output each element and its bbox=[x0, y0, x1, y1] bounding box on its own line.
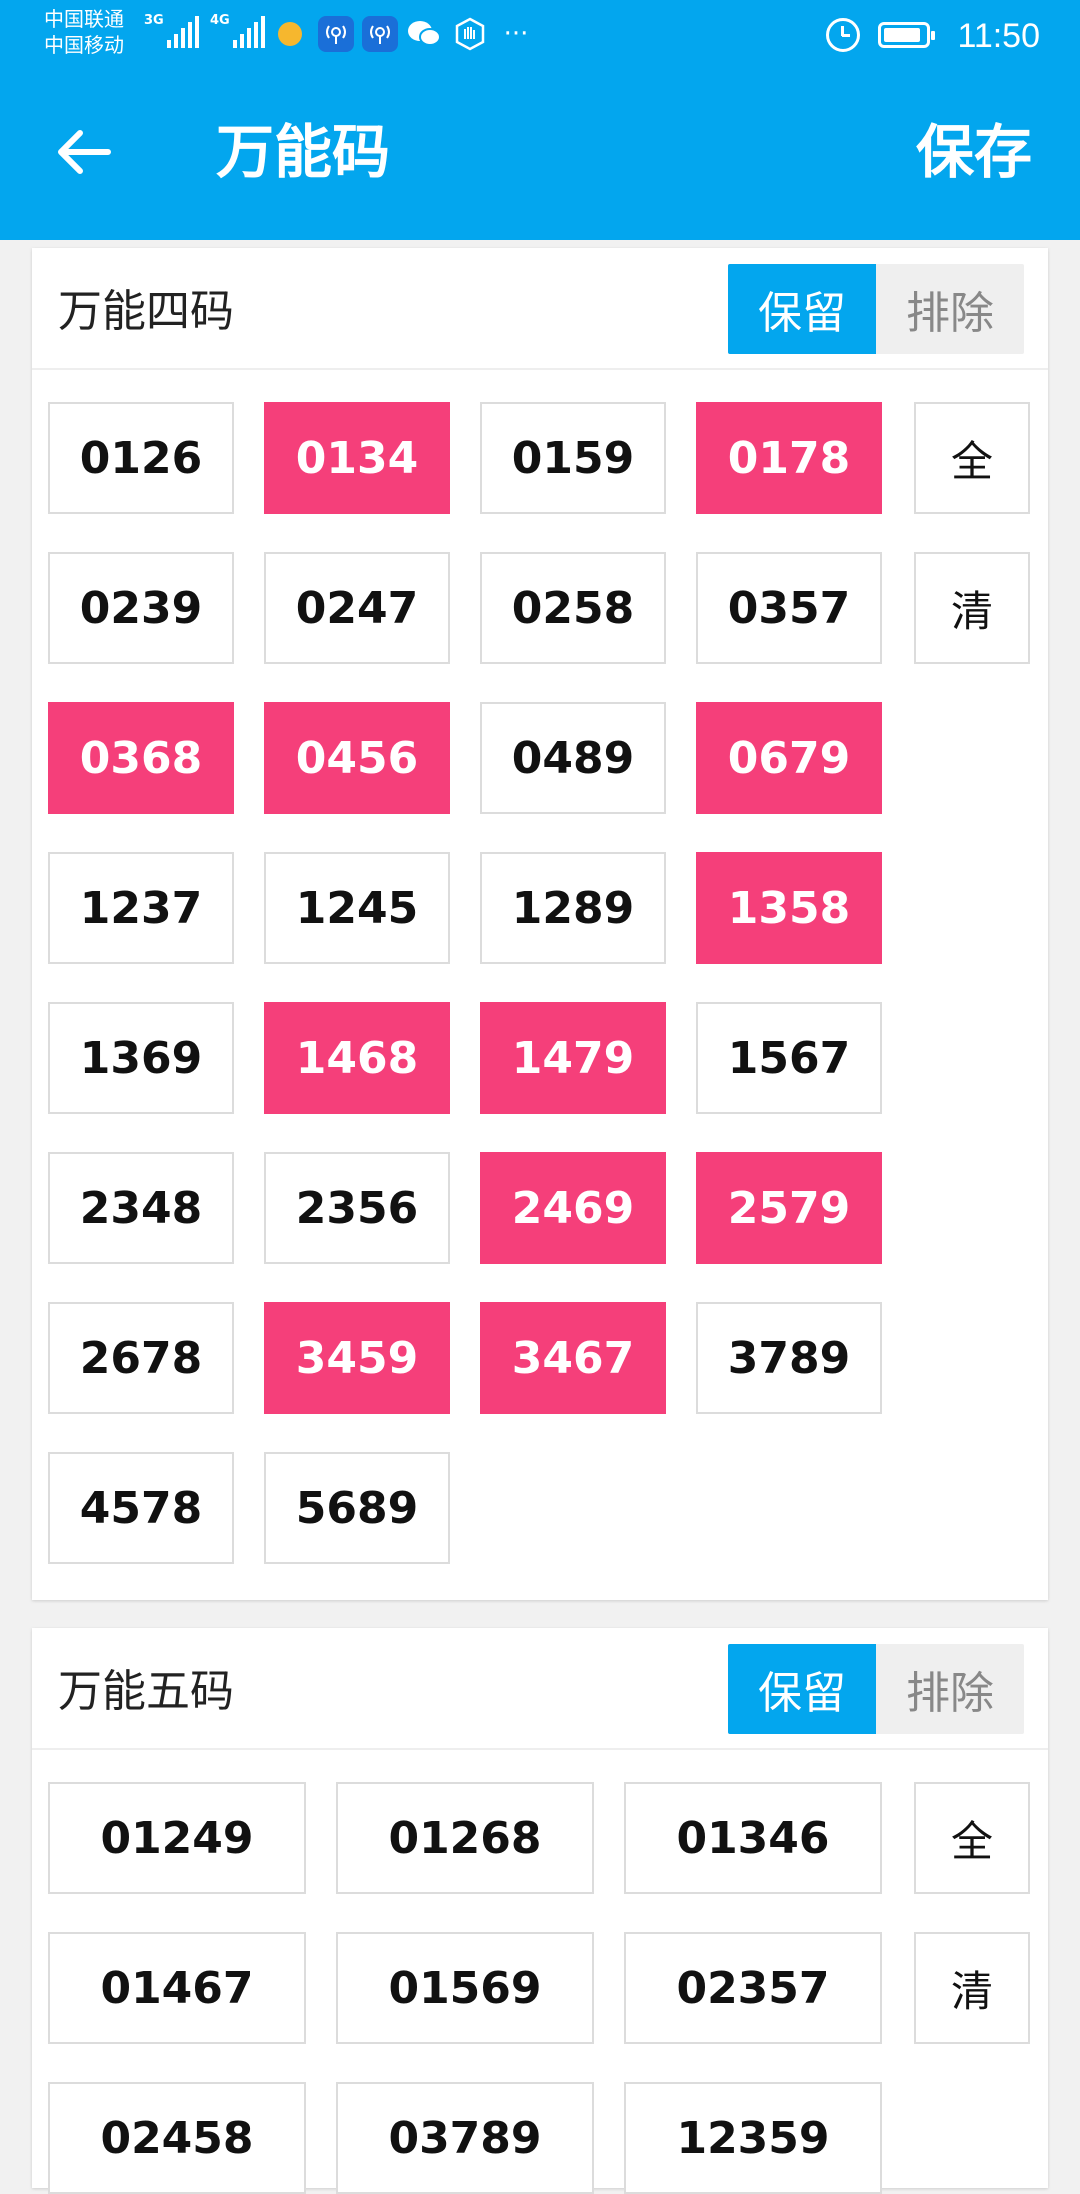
select-all-button[interactable]: 全 bbox=[914, 402, 1030, 514]
card-header: 万能五码 保留 排除 bbox=[32, 1628, 1048, 1750]
keep-button[interactable]: 保留 bbox=[728, 264, 876, 354]
code-chip[interactable]: 0159 bbox=[480, 402, 666, 514]
code-chip[interactable]: 01268 bbox=[336, 1782, 594, 1894]
status-bar: 中国联通 中国移动 3G 4G ··· 11:50 bbox=[0, 0, 1080, 72]
code-chip[interactable]: 0357 bbox=[696, 552, 882, 664]
code-chip[interactable]: 02458 bbox=[48, 2082, 306, 2194]
save-button[interactable]: 保存 bbox=[916, 116, 1032, 188]
code-chip[interactable]: 1289 bbox=[480, 852, 666, 964]
code-chip[interactable]: 1358 bbox=[696, 852, 882, 964]
signal-icon: 4G bbox=[210, 14, 268, 48]
code-chip[interactable]: 01249 bbox=[48, 1782, 306, 1894]
code-chip[interactable]: 1245 bbox=[264, 852, 450, 964]
code-chip[interactable]: 12359 bbox=[624, 2082, 882, 2194]
back-button[interactable] bbox=[44, 112, 124, 192]
code-chip[interactable]: 0134 bbox=[264, 402, 450, 514]
signal-icon: 3G bbox=[144, 14, 202, 48]
code-chip[interactable]: 0456 bbox=[264, 702, 450, 814]
carrier-labels: 中国联通 中国移动 bbox=[44, 6, 124, 58]
code-chip[interactable]: 1567 bbox=[696, 1002, 882, 1114]
code-chip[interactable]: 3789 bbox=[696, 1302, 882, 1414]
code-chip[interactable]: 0368 bbox=[48, 702, 234, 814]
code-chip[interactable]: 01346 bbox=[624, 1782, 882, 1894]
wechat-icon bbox=[406, 16, 442, 52]
hand-icon bbox=[452, 16, 488, 52]
exclude-button[interactable]: 排除 bbox=[876, 1644, 1024, 1734]
five-code-card: 万能五码 保留 排除 01249 01268 01346 01467 01569 0235… bbox=[32, 1628, 1048, 2194]
code-chip[interactable]: 01467 bbox=[48, 1932, 306, 2044]
code-chip[interactable]: 1479 bbox=[480, 1002, 666, 1114]
card-header: 万能四码 保留 排除 bbox=[32, 248, 1048, 370]
clear-button[interactable]: 清 bbox=[914, 1932, 1030, 2044]
code-chip[interactable]: 2356 bbox=[264, 1152, 450, 1264]
carrier-2: 中国移动 bbox=[44, 33, 124, 57]
code-chip[interactable]: 5689 bbox=[264, 1452, 450, 1564]
code-chip[interactable]: 2678 bbox=[48, 1302, 234, 1414]
select-all-button[interactable]: 全 bbox=[914, 1782, 1030, 1894]
weather-sun-icon bbox=[272, 16, 308, 52]
code-chip[interactable]: 1468 bbox=[264, 1002, 450, 1114]
code-chip[interactable]: 0126 bbox=[48, 402, 234, 514]
code-chip[interactable]: 03789 bbox=[336, 2082, 594, 2194]
code-chip[interactable]: 2579 bbox=[696, 1152, 882, 1264]
code-chip[interactable]: 2348 bbox=[48, 1152, 234, 1264]
clock: 11:50 bbox=[957, 17, 1040, 55]
app-notification-icon bbox=[318, 16, 354, 52]
code-chip[interactable]: 2469 bbox=[480, 1152, 666, 1264]
code-chip[interactable]: 1369 bbox=[48, 1002, 234, 1114]
exclude-button[interactable]: 排除 bbox=[876, 264, 1024, 354]
code-chip[interactable]: 0679 bbox=[696, 702, 882, 814]
code-chip[interactable]: 02357 bbox=[624, 1932, 882, 2044]
code-chip[interactable]: 4578 bbox=[48, 1452, 234, 1564]
code-chip[interactable]: 3459 bbox=[264, 1302, 450, 1414]
card-title: 万能四码 bbox=[58, 286, 234, 337]
battery-icon bbox=[878, 22, 935, 48]
code-chip[interactable]: 3467 bbox=[480, 1302, 666, 1414]
clear-button[interactable]: 清 bbox=[914, 552, 1030, 664]
carrier-1: 中国联通 bbox=[44, 7, 124, 31]
four-code-card: 万能四码 保留 排除 0126 0134 0159 0178 0239 0247 0258 0… bbox=[32, 248, 1048, 1600]
arrow-left-icon bbox=[58, 130, 111, 174]
network-type-1: 3G bbox=[144, 13, 164, 28]
code-chip[interactable]: 0239 bbox=[48, 552, 234, 664]
card-title: 万能五码 bbox=[58, 1666, 234, 1717]
code-chip[interactable]: 1237 bbox=[48, 852, 234, 964]
code-chip[interactable]: 0489 bbox=[480, 702, 666, 814]
keep-exclude-toggle: 保留 排除 bbox=[728, 1644, 1024, 1734]
alarm-icon bbox=[826, 18, 860, 52]
app-notification-icon bbox=[362, 16, 398, 52]
keep-button[interactable]: 保留 bbox=[728, 1644, 876, 1734]
more-icon: ··· bbox=[503, 19, 529, 49]
code-chip[interactable]: 0258 bbox=[480, 552, 666, 664]
network-type-2: 4G bbox=[210, 13, 230, 28]
code-chip[interactable]: 0178 bbox=[696, 402, 882, 514]
code-chip[interactable]: 01569 bbox=[336, 1932, 594, 2044]
keep-exclude-toggle: 保留 排除 bbox=[728, 264, 1024, 354]
code-chip[interactable]: 0247 bbox=[264, 552, 450, 664]
app-bar: 万能码 保存 bbox=[0, 72, 1080, 240]
page-title: 万能码 bbox=[216, 118, 391, 186]
